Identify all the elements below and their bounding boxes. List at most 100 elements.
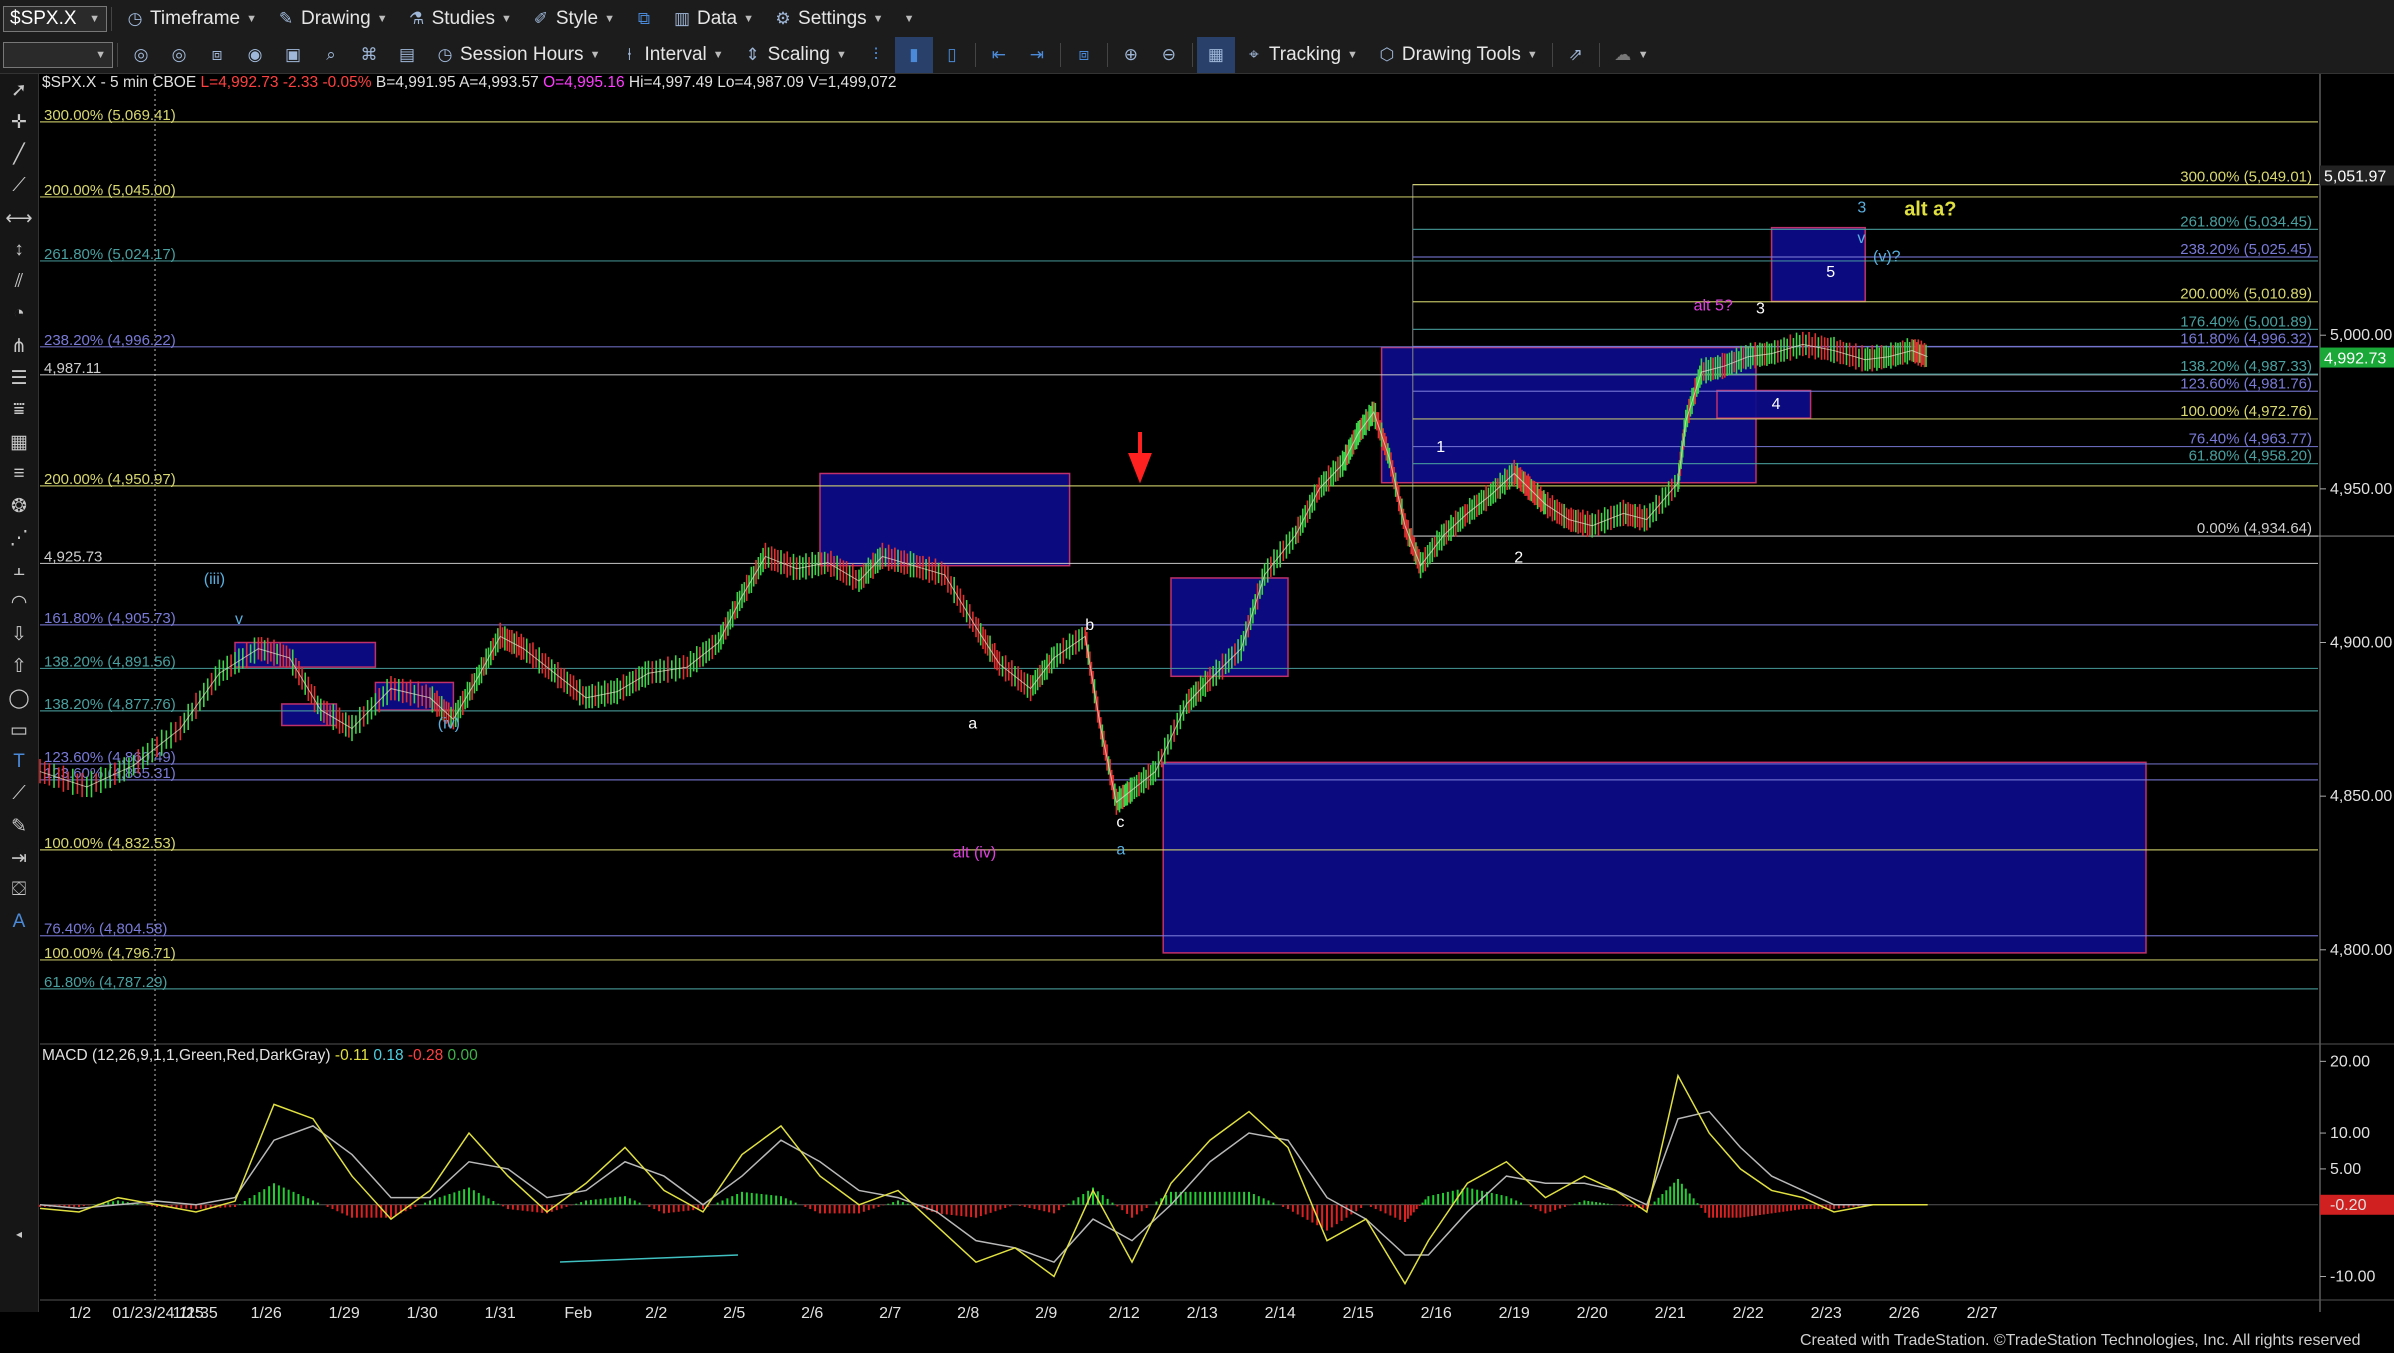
macd-axis-label: -0.20	[2330, 1197, 2367, 1214]
date-tick-label: 1/31	[485, 1305, 516, 1322]
fib-label: 161.80% (4,905.73)	[44, 610, 176, 627]
fib-label: 200.00% (5,010.89)	[2180, 286, 2312, 303]
footer-copyright: Created with TradeStation. ©TradeStation…	[1800, 1332, 2361, 1349]
target-box	[1770, 226, 1866, 303]
axis-tick-label: 4,900.00	[2330, 635, 2392, 652]
fib-label: 138.20% (4,987.33)	[2180, 358, 2312, 375]
low-price: Lo=4,987.09	[717, 74, 804, 91]
fib-label: 300.00% (5,069.41)	[44, 107, 176, 124]
date-tick-label: 2/16	[1421, 1305, 1452, 1322]
fib-label: 61.80% (4,787.29)	[44, 974, 167, 991]
fib-label: 238.20% (5,025.45)	[2180, 241, 2312, 258]
date-tick-label: 1/2	[69, 1305, 91, 1322]
date-tick-label: 1/25	[173, 1305, 204, 1322]
ask-price: A=4,993.57	[459, 74, 539, 91]
date-tick-label: 1/30	[407, 1305, 438, 1322]
last-price: L=4,992.73 -2.33 -0.05%	[200, 74, 372, 91]
macd-axis-label: 20.00	[2330, 1053, 2370, 1070]
macd-header: MACD (12,26,9,1,1,Green,Red,DarkGray) -0…	[42, 1047, 478, 1065]
date-tick-label: 2/6	[801, 1305, 823, 1322]
wave-label: 5	[1826, 264, 1835, 281]
date-tick-label: 2/2	[645, 1305, 667, 1322]
date-tick-label: 2/27	[1967, 1305, 1998, 1322]
axis-tick-label: 4,850.00	[2330, 788, 2392, 805]
date-tick-label: 2/8	[957, 1305, 979, 1322]
price-axis: 4,800.00 4,850.00 4,900.00 4,950.00 5,000.00…	[2320, 165, 2394, 959]
fib-label: 138.20% (4,891.56)	[44, 653, 176, 670]
fib-label: 261.80% (5,024.17)	[44, 246, 176, 263]
high-marker-label: 5,051.97	[2324, 169, 2386, 186]
macd-zero-value: 0.00	[447, 1047, 478, 1064]
date-tick-label: 2/23	[1811, 1305, 1842, 1322]
macd-signal-value: 0.18	[373, 1047, 404, 1064]
target-box	[234, 641, 377, 668]
date-tick-label: 2/13	[1187, 1305, 1218, 1322]
axis-tick-label: 4,800.00	[2330, 942, 2392, 959]
macd-axis-label: -10.00	[2330, 1268, 2375, 1285]
date-tick-label: 2/7	[879, 1305, 901, 1322]
wave-label: 3	[1857, 199, 1866, 216]
fib-label: 4,925.73	[44, 548, 102, 565]
axis-tick-label: 4,950.00	[2330, 481, 2392, 498]
fib-label: 200.00% (5,045.00)	[44, 182, 176, 199]
wave-label: alt a?	[1904, 198, 1956, 220]
volume: V=1,499,072	[808, 74, 897, 91]
wave-label: 1	[1436, 439, 1445, 456]
wave-label: (iv)	[438, 716, 460, 733]
wave-label: alt 5?	[1694, 298, 1733, 315]
wave-label: (iii)	[204, 571, 225, 588]
chart-header: $SPX.X - 5 min CBOE L=4,992.73 -2.33 -0.…	[42, 74, 897, 92]
date-tick-label: 2/12	[1109, 1305, 1140, 1322]
red-down-arrow	[1128, 432, 1152, 484]
target-box	[819, 472, 1071, 567]
macd-axis-label: 5.00	[2330, 1161, 2361, 1178]
macd-axis-label: 10.00	[2330, 1125, 2370, 1142]
date-tick-label: 2/20	[1577, 1305, 1608, 1322]
fib-label: 300.00% (5,049.01)	[2180, 169, 2312, 186]
fib-label: 138.20% (4,877.76)	[44, 696, 176, 713]
fib-label: 100.00% (4,832.53)	[44, 835, 176, 852]
fib-label: 123.60% (4,981.76)	[2180, 375, 2312, 392]
date-tick-label: 2/9	[1035, 1305, 1057, 1322]
macd-panel: 20.00 10.00 5.00 -0.20 -10.00	[39, 1053, 2394, 1286]
date-tick-label: 2/21	[1655, 1305, 1686, 1322]
macd-divergence-line	[559, 1254, 739, 1263]
fib-label: 76.40% (4,963.77)	[2189, 431, 2312, 448]
fib-label: 61.80% (4,958.20)	[2189, 448, 2312, 465]
macd-line	[39, 1073, 1928, 1286]
bid-price: B=4,991.95	[375, 74, 456, 91]
wave-label: v	[235, 611, 243, 628]
open-price: O=4,995.16	[543, 74, 625, 91]
wave-label: 4	[1772, 396, 1781, 413]
fib-label: 261.80% (5,034.45)	[2180, 213, 2312, 230]
date-tick-label: 2/5	[723, 1305, 745, 1322]
date-tick-label: 1/26	[251, 1305, 282, 1322]
date-tick-label: 1/29	[329, 1305, 360, 1322]
date-tick-label: 2/14	[1265, 1305, 1296, 1322]
fib-label: 0.00% (4,934.64)	[2197, 520, 2312, 537]
symbol-info: $SPX.X - 5 min CBOE	[42, 74, 197, 91]
fib-label: 100.00% (4,796.71)	[44, 945, 176, 962]
axis-tick-label: 5,000.00	[2330, 327, 2392, 344]
fib-label: 200.00% (4,950.97)	[44, 471, 176, 488]
fib-label: 100.00% (4,972.76)	[2180, 403, 2312, 420]
date-tick-label: 2/22	[1733, 1305, 1764, 1322]
fib-label: 76.40% (4,804.58)	[44, 921, 167, 938]
target-box	[1716, 389, 1812, 419]
wave-label: a	[1116, 842, 1125, 859]
date-tick-label: 2/26	[1889, 1305, 1920, 1322]
last-price-label: 4,992.73	[2324, 351, 2386, 368]
fib-label: 123.60% (4,860.49)	[44, 749, 176, 766]
fib-label: 176.40% (5,001.89)	[2180, 313, 2312, 330]
target-box	[1162, 761, 2147, 954]
macd-value: -0.11	[334, 1047, 370, 1064]
fib-label: 161.80% (4,996.32)	[2180, 331, 2312, 348]
date-tick-label: 2/15	[1343, 1305, 1374, 1322]
wave-label: 3	[1756, 301, 1765, 318]
wave-label: 2	[1514, 550, 1523, 567]
wave-label: v	[1857, 230, 1865, 247]
price-chart[interactable]: 300.00% (5,069.41)200.00% (5,045.00)261.…	[0, 0, 2394, 1353]
target-boxes	[234, 184, 2394, 954]
wave-label: alt (iv)	[953, 845, 997, 862]
date-tick-label: Feb	[564, 1305, 592, 1322]
